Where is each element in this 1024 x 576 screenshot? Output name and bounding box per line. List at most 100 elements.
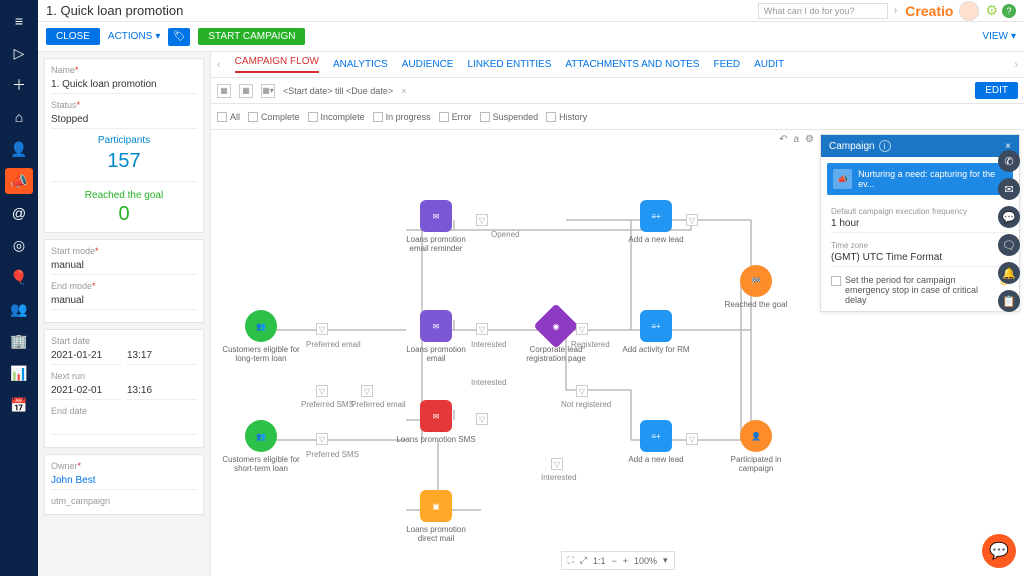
at-icon[interactable]: @ [5, 200, 33, 226]
node-lead1[interactable]: ≡+Add a new lead [616, 200, 696, 244]
node-goal[interactable]: 🏁Reached the goal [716, 265, 796, 309]
panel-banner[interactable]: 📣 Nurturing a need: capturing for the ev… [827, 163, 1013, 195]
help-icon[interactable]: ? [1002, 4, 1016, 18]
calendar-icon[interactable]: 📅 [5, 392, 33, 418]
node-lead2[interactable]: ≡+Add a new lead [616, 420, 696, 464]
add-icon[interactable]: ＋ [5, 72, 33, 98]
view-dropdown[interactable]: VIEW ▾ [982, 31, 1016, 42]
org-icon[interactable]: 👥 [5, 296, 33, 322]
filter-funnel-icon[interactable]: ▽ [476, 323, 488, 335]
intercom-button[interactable]: 💬 [982, 534, 1016, 568]
goal-count[interactable]: 0 [51, 203, 197, 226]
participants-count[interactable]: 157 [51, 150, 197, 173]
filter-funnel-icon[interactable]: ▽ [316, 433, 328, 445]
end-mode-value[interactable]: manual [51, 293, 197, 310]
start-time-value[interactable]: 13:17 [127, 348, 197, 365]
freq-value[interactable]: 1 hour [831, 218, 1009, 233]
close-button[interactable]: CLOSE [46, 28, 100, 45]
settings-icon[interactable]: ⚙ [985, 2, 998, 19]
undo-icon[interactable]: ↶ [779, 134, 787, 145]
actions-dropdown[interactable]: ACTIONS ▾ [108, 31, 160, 42]
chevron-down-icon[interactable]: ▾ [663, 555, 668, 566]
fit-icon[interactable]: ⛶ [567, 555, 573, 566]
node-email[interactable]: ✉Loans promotion email [396, 310, 476, 363]
filter-incomplete[interactable]: Incomplete [308, 112, 365, 122]
filter-all[interactable]: All [217, 112, 240, 122]
node-landing[interactable]: ◉Corporate lead registration page [516, 310, 596, 363]
text-icon[interactable]: a [793, 134, 799, 145]
next-run-date-value[interactable]: 2021-02-01 [51, 383, 121, 400]
filter-funnel-icon[interactable]: ▽ [551, 458, 563, 470]
flow-canvas[interactable]: 👥Customers eligible for long-term loan 👥… [211, 130, 1024, 576]
play-icon[interactable]: ▷ [5, 40, 33, 66]
panel-info-icon[interactable]: i [879, 140, 891, 152]
node-rm[interactable]: ≡+Add activity for RM [616, 310, 696, 354]
owner-value[interactable]: John Best [51, 473, 197, 490]
bell-icon[interactable]: 🔔 [998, 262, 1020, 284]
user-avatar[interactable] [959, 1, 979, 21]
campaign-icon[interactable]: 📣 [5, 168, 33, 194]
building-icon[interactable]: 🏢 [5, 328, 33, 354]
canvas-settings-icon[interactable]: ⚙ [805, 134, 814, 145]
filter-history[interactable]: History [546, 112, 587, 122]
node-reminder[interactable]: ✉Loans promotion email reminder [396, 200, 476, 253]
filter-complete[interactable]: Complete [248, 112, 300, 122]
tab-feed[interactable]: FEED [713, 59, 740, 70]
home-icon[interactable]: ⌂ [5, 104, 33, 130]
start-date-value[interactable]: 2021-01-21 [51, 348, 121, 365]
tab-campaign-flow[interactable]: CAMPAIGN FLOW [235, 56, 319, 73]
filter-funnel-icon[interactable]: ▽ [576, 385, 588, 397]
global-search[interactable]: What can I do for you? [758, 3, 888, 19]
analytics-icon[interactable]: 📊 [5, 360, 33, 386]
chat-icon[interactable]: 💬 [998, 206, 1020, 228]
start-campaign-button[interactable]: START CAMPAIGN [198, 28, 305, 45]
target-icon[interactable]: ◎ [5, 232, 33, 258]
end-date-value[interactable] [51, 418, 197, 435]
filter-suspended[interactable]: Suspended [480, 112, 539, 122]
zoom-out-icon[interactable]: − [611, 556, 616, 566]
tab-analytics[interactable]: ANALYTICS [333, 59, 388, 70]
node-direct[interactable]: ▣Loans promotion direct mail [396, 490, 476, 543]
task-rail-icon[interactable]: 📋 [998, 290, 1020, 312]
tab-audit[interactable]: AUDIT [754, 59, 784, 70]
calendar-icon-1[interactable]: ▦ [217, 84, 231, 98]
tab-linked[interactable]: LINKED ENTITIES [467, 59, 551, 70]
filter-funnel-icon[interactable]: ▽ [476, 214, 488, 226]
filter-funnel-icon[interactable]: ▽ [476, 413, 488, 425]
tabs-prev[interactable]: ‹ [217, 59, 221, 71]
filter-funnel-icon[interactable]: ▽ [361, 385, 373, 397]
feed-rail-icon[interactable]: 🗨 [998, 234, 1020, 256]
contacts-icon[interactable]: 👤 [5, 136, 33, 162]
filter-funnel-icon[interactable]: ▽ [316, 385, 328, 397]
filter-inprogress[interactable]: In progress [373, 112, 431, 122]
zoom-in-icon[interactable]: + [623, 556, 628, 566]
node-shortterm[interactable]: 👥Customers eligible for short-term loan [221, 420, 301, 473]
tz-value[interactable]: (GMT) UTC Time Format [831, 252, 1009, 267]
menu-icon[interactable]: ≡ [5, 8, 33, 34]
name-value[interactable]: 1. Quick loan promotion [51, 77, 197, 94]
tag-button[interactable]: 🏷 [168, 28, 190, 46]
calendar-dropdown-icon[interactable]: ▦▾ [261, 84, 275, 98]
filter-funnel-icon[interactable]: ▽ [576, 323, 588, 335]
node-sms[interactable]: ✉Loans promotion SMS [396, 400, 476, 444]
next-run-time-value[interactable]: 13:16 [127, 383, 197, 400]
filter-funnel-icon[interactable]: ▽ [686, 433, 698, 445]
start-mode-value[interactable]: manual [51, 258, 197, 275]
tab-attachments[interactable]: ATTACHMENTS AND NOTES [565, 59, 699, 70]
emergency-stop-checkbox[interactable]: Set the period for campaign emergency st… [831, 275, 1009, 305]
date-range-text[interactable]: <Start date> till <Due date> [283, 86, 393, 96]
edit-button[interactable]: EDIT [975, 82, 1018, 99]
tabs-next[interactable]: › [1014, 59, 1018, 71]
node-participated[interactable]: 👤Participated in campaign [716, 420, 796, 473]
email-icon[interactable]: ✉ [998, 178, 1020, 200]
calendar-icon-2[interactable]: ▦ [239, 84, 253, 98]
tab-audience[interactable]: AUDIENCE [402, 59, 454, 70]
balloon-icon[interactable]: 🎈 [5, 264, 33, 290]
filter-funnel-icon[interactable]: ▽ [686, 214, 698, 226]
filter-error[interactable]: Error [439, 112, 472, 122]
phone-icon[interactable]: ✆ [998, 150, 1020, 172]
filter-funnel-icon[interactable]: ▽ [316, 323, 328, 335]
fullscreen-icon[interactable]: ⤢ [580, 555, 587, 566]
clear-range-icon[interactable]: × [401, 86, 406, 96]
node-longterm[interactable]: 👥Customers eligible for long-term loan [221, 310, 301, 363]
